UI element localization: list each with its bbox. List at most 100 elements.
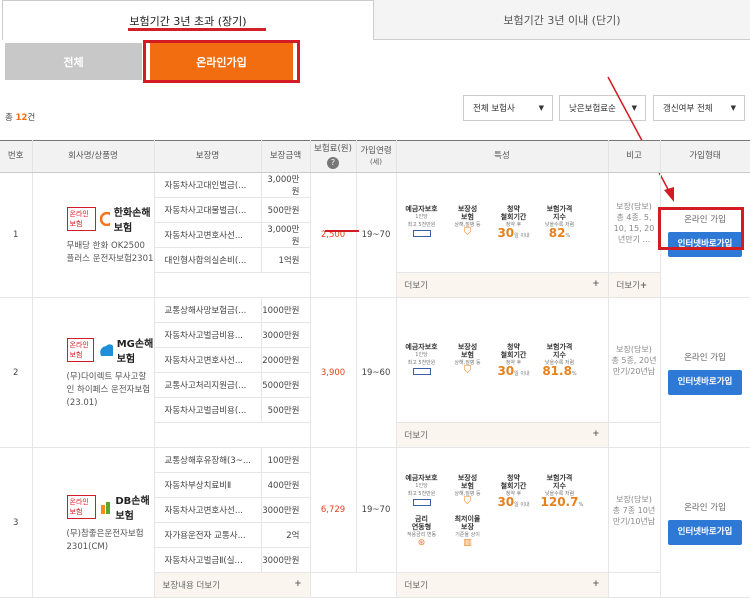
feature-deposit-sub: 1인당 (415, 351, 428, 358)
online-badge: 온라인보험 (66, 207, 96, 231)
coverage-name[interactable]: 자동차사고대물벌금(... (154, 197, 262, 223)
coverage-amount: 3,000만원 (261, 222, 311, 248)
features-more-label: 더보기 (404, 581, 428, 591)
header-apply: 가입형태 (660, 140, 750, 173)
apply-type: 온라인 가입 (684, 502, 726, 513)
features-more-label: 더보기 (404, 431, 428, 441)
feature-deposit-sub: 1인당 (415, 214, 428, 220)
insurer-select[interactable]: 전체 보험사 ▼ (463, 95, 553, 121)
plus-icon: + (592, 579, 600, 589)
empty-cell (154, 272, 311, 298)
feature-price-unit: % (571, 370, 577, 377)
feature-deposit-title: 예금자보호 (405, 473, 438, 482)
feature-price: 보험가격 지수 낮을수록 저렴 120.7% (541, 474, 584, 509)
help-icon[interactable]: ? (327, 157, 339, 169)
coverage-more-link[interactable]: + 보장내용 더보기 (154, 572, 311, 598)
feature-min-title2: 보장 (461, 522, 474, 531)
feature-rate: 금리 연동형 적용금리 변동 ⊛ (403, 515, 441, 548)
tab-long-term-label: 보험기간 3년 초과 (장기) (129, 14, 247, 28)
header-company: 회사명/상품명 (32, 140, 155, 173)
coverage-name[interactable]: 교통상해후유장해(3~... (154, 447, 262, 473)
coverage-name[interactable]: 자동차사고변호사선... (154, 347, 262, 373)
feature-min-rate: 최저이율 보장 기준율 상이 ▥ (449, 515, 487, 548)
tab-short-term[interactable]: 보험기간 3년 이내 (단기) (374, 0, 750, 40)
feature-coverage-title: 보장성 (457, 473, 478, 482)
subtab-all[interactable]: 전체 (5, 43, 142, 80)
coverage-name[interactable]: 교통상해사망보험금(... (154, 297, 262, 323)
feature-price-title: 보험가격 (546, 342, 573, 351)
feature-icons: 예금자보호 1인당 최고 5천만원 보장성 보험 상해,질병 등 ⛉ 청약 철회기간 청약 후 30… (403, 205, 602, 240)
coverage-name[interactable]: 자가용운전자 교통사... (154, 522, 262, 548)
features-more-link[interactable]: + 더보기 (396, 272, 609, 298)
coverage-name[interactable]: 대인형사합의실손비(... (154, 247, 262, 273)
premium-underline (325, 230, 359, 232)
feature-price-title2: 지수 (553, 213, 566, 221)
features-more-link[interactable]: + 더보기 (396, 572, 609, 598)
coverage-name[interactable]: 교통사고처리지원금(... (154, 372, 262, 398)
internet-join-button[interactable]: 인터넷바로가입 (668, 232, 742, 257)
coverage-name[interactable]: 자동차사고벌금Ⅱ(실... (154, 547, 262, 573)
chevron-down-icon: ▼ (538, 104, 544, 112)
feature-cancel-value: 30 (497, 494, 515, 509)
product-name[interactable]: (무)다이렉트 무사고할인 하이페스 운전자보험(23.01) (67, 371, 154, 410)
coverage-amount: 1억원 (261, 247, 311, 273)
apply-type: 온라인 가입 (684, 352, 726, 363)
shield-icon: ⛉ (463, 364, 472, 376)
header-age-unit: (세) (370, 157, 382, 166)
age-range: 19~70 (356, 447, 397, 573)
coverage-name[interactable]: 자동차사고벌금비용... (154, 322, 262, 348)
coverage-name[interactable]: 자동차사고대인벌금(... (154, 172, 262, 198)
coverage-amount: 500만원 (261, 197, 311, 223)
coverage-name[interactable]: 자동차사고변호사선... (154, 497, 262, 523)
features-more-link[interactable]: + 더보기 (396, 422, 609, 448)
count-suffix: 건 (27, 113, 36, 123)
coverage-name[interactable]: 자동차사고벌금비용(... (154, 397, 262, 423)
apply-cell: 온라인 가입인터넷바로가입 (660, 172, 750, 298)
feature-cancel: 청약 철회기간 청약 후 30일 이내 (495, 474, 533, 509)
feature-price: 보험가격 지수 낮을수록 저렴 82% (541, 205, 579, 240)
chevron-down-icon: ▼ (730, 104, 736, 112)
apply-cell: 온라인 가입인터넷바로가입 (660, 297, 750, 448)
tab-short-term-label: 보험기간 3년 이내 (단기) (503, 13, 621, 27)
count-value: 12 (15, 113, 28, 123)
feature-deposit: 예금자보호 1인당 최고 5천만원 (403, 205, 441, 240)
coverage-name[interactable]: 자동차부상치료비Ⅱ (154, 472, 262, 498)
internet-join-button[interactable]: 인터넷바로가입 (668, 519, 742, 545)
plus-icon: + (294, 579, 302, 589)
feature-cancel-title2: 철회기간 (500, 213, 527, 221)
coverage-amount: 100만원 (261, 447, 311, 473)
feature-rate-title2: 연동형 (411, 522, 432, 531)
header-amount: 보장금액 (261, 140, 311, 173)
feature-price-title2: 지수 (553, 481, 566, 490)
company-name: DB손해보험 (115, 495, 150, 522)
note-more-link[interactable]: 더보기+ (608, 272, 661, 298)
feature-price-unit: % (565, 233, 571, 239)
product-name[interactable]: 무배당 한화 OK2500 플러스 운전자보험2301 (67, 240, 154, 266)
apply-type: 온라인 가입 (684, 215, 726, 225)
feature-cancel-value: 30 (497, 363, 515, 378)
tab-long-term[interactable]: 보험기간 3년 초과 (장기) (2, 0, 374, 40)
feature-cancel-title: 청약 (507, 342, 520, 351)
company-cell: 온라인보험 DB손해보험 (무)참좋은운전자보험2301(CM) (32, 447, 155, 598)
shield-icon: ⛉ (463, 227, 472, 238)
active-tab-underline (128, 28, 266, 31)
product-name[interactable]: (무)참좋은운전자보험2301(CM) (67, 528, 154, 554)
db-logo-icon (100, 499, 112, 514)
apply-cell: 온라인 가입인터넷바로가입 (660, 447, 750, 598)
note-more-label: 더보기 (616, 281, 640, 291)
insurer-select-value: 전체 보험사 (473, 104, 515, 114)
empty-cell (608, 572, 661, 598)
feature-deposit-title: 예금자보호 (405, 342, 438, 351)
online-badge: 온라인보험 (66, 494, 96, 519)
internet-join-button[interactable]: 인터넷바로가입 (668, 369, 742, 395)
header-coverage: 보장명 (154, 140, 262, 173)
feature-deposit-title: 예금자보호 (405, 205, 438, 213)
note-text: 보장(담보) 총 4종. 5, 10, 15, 20년만기 ... (608, 172, 661, 273)
coverage-amount: 2000만원 (261, 347, 311, 373)
feature-cell: 예금자보호 1인당 최고 5천만원 보장성 보험 상해,질병 등 ⛉ 청약 철회기간 청약 후 30… (396, 297, 609, 423)
table-header: 번호 회사명/상품명 보장명 보장금액 보험료(원)? 가입연령 (세) 특성 비… (0, 140, 750, 173)
coverage-name[interactable]: 자동차사고변호사선... (154, 222, 262, 248)
coverage-amount: 1000만원 (261, 297, 311, 323)
count-prefix: 총 (5, 113, 16, 123)
feature-price-unit: % (578, 501, 584, 508)
